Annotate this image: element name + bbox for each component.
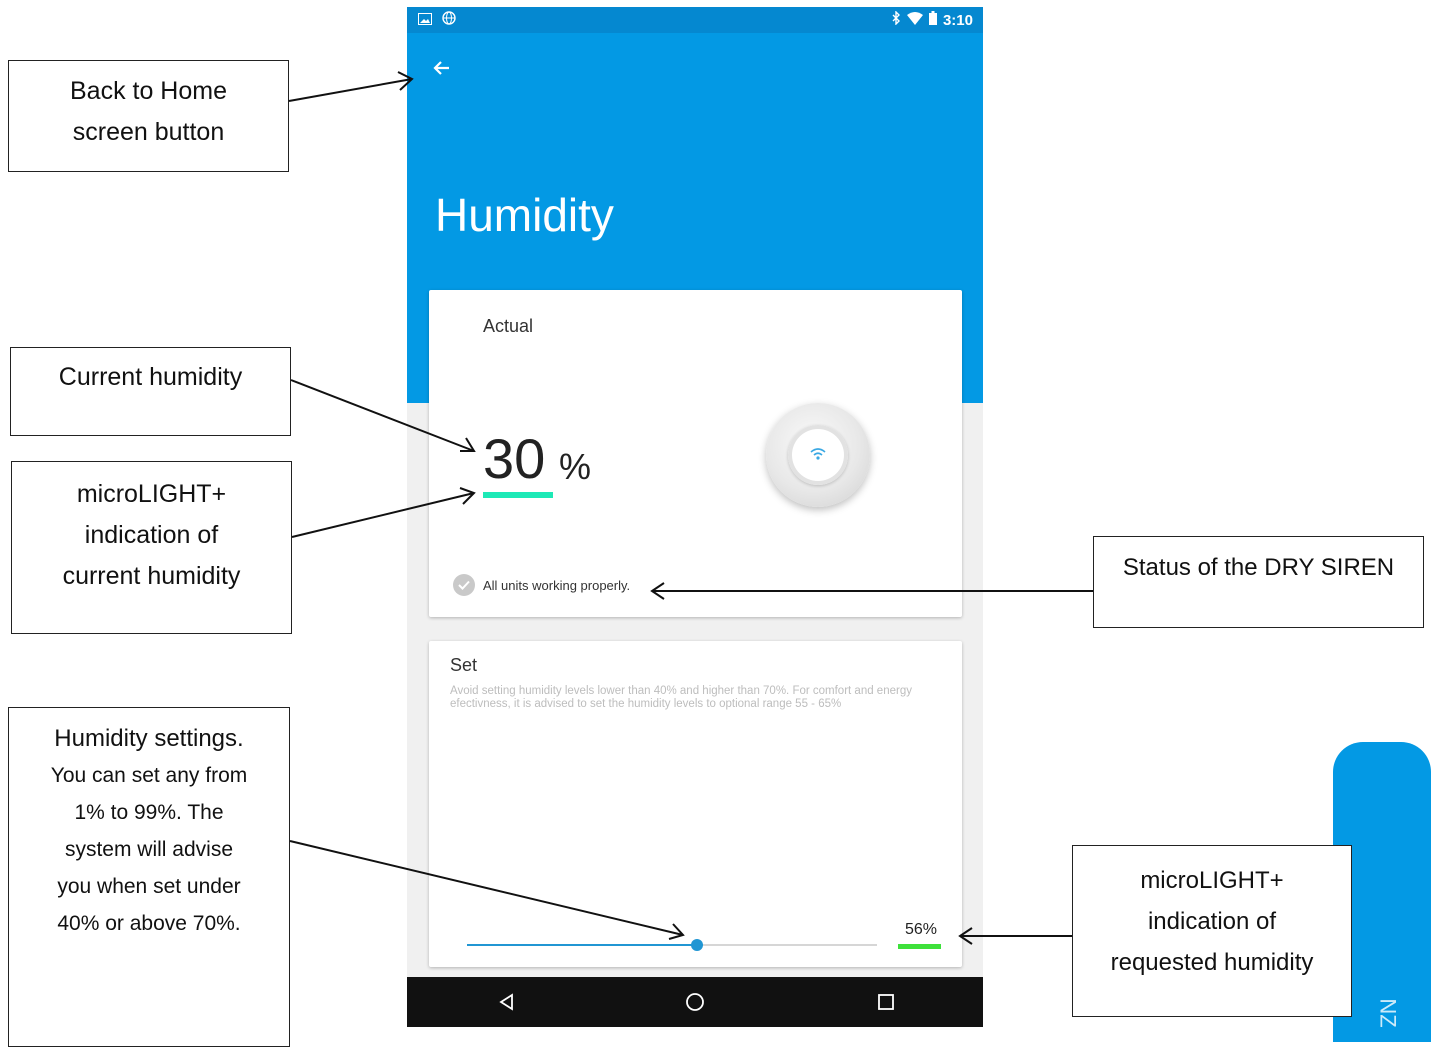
callout-siren-status: Status of the DRY SIREN [1093,536,1424,628]
requested-humidity-value: 56% [905,921,938,938]
status-time: 3:10 [942,11,973,29]
phone-screen: 3:10 Humidity Actual 30 % All units work… [407,7,983,1027]
set-label: Set [450,655,478,675]
callout-text: Current humidity [58,363,243,391]
current-humidity-unit: % [559,446,592,487]
set-card: Set Avoid setting humidity levels lower … [429,641,962,967]
callout-text: microLIGHT+ indication of requested humi… [1110,867,1314,976]
siren-status-text: All units working properly. [483,577,631,593]
triangle-back-icon [499,993,513,1011]
globe-icon [442,11,456,29]
slider-fill [467,944,697,946]
siren-status: All units working properly. [453,574,630,596]
square-recents-icon [878,994,894,1010]
callout-text: Humidity settings. [54,725,244,752]
set-advice-text: Avoid setting humidity levels lower than… [450,685,912,710]
slider-thumb[interactable] [690,939,703,951]
check-icon [453,574,475,596]
image-icon [418,12,432,29]
microlight-requested-indicator [898,944,941,949]
bluetooth-icon [891,10,901,29]
nav-bar [407,977,983,1027]
callout-back-button: Back to Home screen button [8,60,289,172]
status-right: 3:10 [891,10,973,29]
status-bar: 3:10 [407,7,983,33]
humidity-slider[interactable] [467,936,877,954]
callout-text: Back to Home screen button [69,77,227,146]
device-center [788,425,848,485]
callout-text: microLIGHT+ indication of current humidi… [62,480,241,590]
current-humidity-value: 30 [483,427,546,490]
nav-back-button[interactable] [495,990,519,1014]
nav-recents-button[interactable] [874,990,898,1014]
back-arrow-icon [433,61,449,75]
actual-card: Actual 30 % All units working properly. [429,290,962,617]
status-left [418,11,456,29]
callout-microlight-current: microLIGHT+ indication of current humidi… [11,461,292,634]
wifi-icon [906,11,923,29]
callout-text: You can set any from 1% to 99%. The syst… [50,764,248,935]
device-image [766,403,870,507]
battery-icon [928,11,937,29]
side-tab-text: NZ [1375,998,1401,1028]
circle-home-icon [686,993,704,1011]
callout-microlight-requested: microLIGHT+ indication of requested humi… [1072,845,1352,1017]
callout-text: Status of the DRY SIREN [1122,554,1395,581]
wifi-signal-icon [810,448,826,460]
microlight-current-indicator [483,492,553,498]
callout-current-humidity: Current humidity [10,347,291,436]
page-title: Humidity [435,189,614,241]
callout-humidity-settings: Humidity settings. You can set any from … [8,707,290,1047]
back-button[interactable] [427,53,457,83]
nav-home-button[interactable] [683,990,707,1014]
actual-label: Actual [483,316,534,336]
